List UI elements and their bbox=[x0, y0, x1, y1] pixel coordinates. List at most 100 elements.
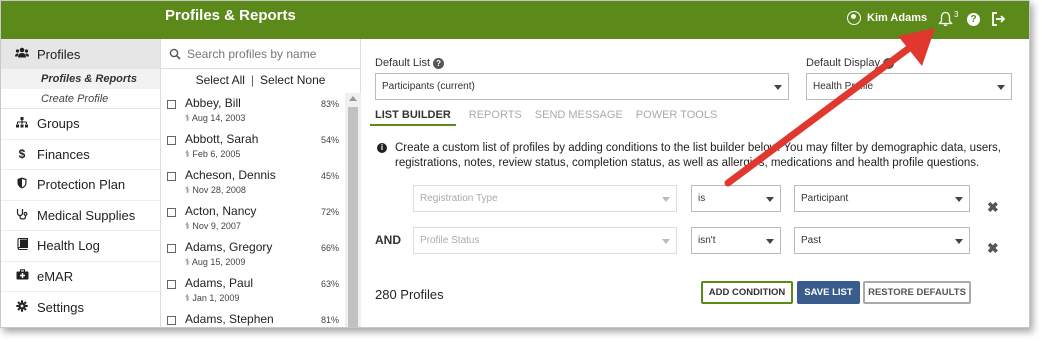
profile-rows: Abbey, Bill ⚕ Aug 14, 2003 83% Abbott, Sar… bbox=[161, 93, 345, 327]
scroll-thumb[interactable] bbox=[348, 107, 358, 327]
help-icon[interactable]: ? bbox=[882, 58, 894, 69]
condition-field-value: Profile Status bbox=[420, 235, 480, 246]
sidebar-item-medical-supplies[interactable]: Medical Supplies bbox=[1, 201, 160, 231]
profile-checkbox[interactable] bbox=[167, 280, 176, 289]
profile-row[interactable]: Acheson, Dennis ⚕ Nov 28, 2008 45% bbox=[161, 165, 345, 201]
info-message: i Create a custom list of profiles by ad… bbox=[377, 141, 1017, 171]
select-all-link[interactable]: Select All bbox=[196, 73, 245, 87]
sidebar-item-protection-plan[interactable]: Protection Plan bbox=[1, 170, 160, 201]
chevron-down-icon bbox=[662, 197, 670, 202]
profile-checkbox[interactable] bbox=[167, 208, 176, 217]
sidebar-item-label: Profiles bbox=[37, 46, 81, 62]
tab-reports[interactable]: REPORTS bbox=[469, 109, 522, 126]
profile-checkbox[interactable] bbox=[167, 244, 176, 253]
profile-birthdate: ⚕ Feb 6, 2005 bbox=[185, 149, 241, 159]
sidebar-subitem-profiles-reports[interactable]: Profiles & Reports bbox=[1, 69, 160, 89]
remove-condition-icon[interactable]: ✖ bbox=[987, 240, 999, 257]
users-icon bbox=[15, 47, 29, 61]
default-display-label: Default Display? bbox=[806, 57, 894, 69]
profile-row[interactable]: Abbey, Bill ⚕ Aug 14, 2003 83% bbox=[161, 93, 345, 129]
profile-birthdate: ⚕ Nov 28, 2008 bbox=[185, 185, 246, 195]
condition-operator-select[interactable]: is bbox=[691, 185, 781, 212]
profile-row[interactable]: Adams, Stephen 81% bbox=[161, 309, 345, 327]
profile-row[interactable]: Acton, Nancy ⚕ Nov 9, 2007 72% bbox=[161, 201, 345, 237]
condition-field-select[interactable]: Registration Type bbox=[413, 185, 677, 212]
tab-send-message[interactable]: SEND MESSAGE bbox=[535, 109, 623, 126]
condition-operator-select[interactable]: isn't bbox=[691, 227, 781, 254]
default-display-select[interactable]: Health Profile bbox=[806, 73, 1012, 100]
user-avatar-icon bbox=[847, 11, 861, 25]
gear-icon bbox=[15, 300, 29, 315]
profile-checkbox[interactable] bbox=[167, 172, 176, 181]
sidebar-item-emar[interactable]: eMAR bbox=[1, 262, 160, 292]
profile-checkbox[interactable] bbox=[167, 316, 176, 325]
condition-connector: AND bbox=[375, 233, 401, 247]
search-placeholder: Search profiles by name bbox=[187, 46, 317, 61]
info-icon: i bbox=[377, 143, 387, 153]
profile-name: Acheson, Dennis bbox=[185, 168, 276, 182]
sidebar-item-label: Groups bbox=[37, 116, 80, 132]
notification-count: 3 bbox=[954, 10, 959, 19]
sitemap-icon bbox=[15, 116, 29, 131]
sidebar-item-label: Protection Plan bbox=[37, 177, 126, 193]
condition-value-select[interactable]: Participant bbox=[794, 185, 970, 212]
profile-birthdate: ⚕ Aug 14, 2003 bbox=[185, 113, 246, 123]
bell-icon[interactable] bbox=[938, 11, 953, 27]
remove-condition-icon[interactable]: ✖ bbox=[987, 199, 999, 216]
sidebar-subitem-create-profile[interactable]: Create Profile bbox=[1, 89, 160, 109]
default-list-select[interactable]: Participants (current) bbox=[375, 73, 789, 100]
profile-row[interactable]: Abbott, Sarah ⚕ Feb 6, 2005 54% bbox=[161, 129, 345, 165]
tab-power-tools[interactable]: POWER TOOLS bbox=[636, 109, 718, 126]
sidebar-item-label: Finances bbox=[37, 146, 90, 162]
book-icon bbox=[15, 238, 29, 253]
profile-completion: 45% bbox=[320, 171, 339, 181]
search-icon bbox=[169, 48, 181, 60]
default-list-label: Default List? bbox=[375, 57, 445, 69]
condition-field-select[interactable]: Profile Status bbox=[413, 227, 677, 254]
add-condition-button[interactable]: ADD CONDITION bbox=[701, 281, 793, 304]
restore-defaults-button[interactable]: RESTORE DEFAULTS bbox=[863, 281, 971, 304]
search-input[interactable]: Search profiles by name bbox=[161, 39, 360, 69]
dollar-icon: $ bbox=[18, 147, 26, 162]
page-title: Profiles & Reports bbox=[165, 7, 296, 24]
condition-field-value: Registration Type bbox=[420, 193, 498, 204]
tab-list-builder[interactable]: LIST BUILDER bbox=[370, 109, 456, 126]
list-scrollbar[interactable] bbox=[345, 93, 361, 327]
profile-count: 280 Profiles bbox=[375, 287, 444, 302]
shield-icon bbox=[15, 177, 29, 192]
user-menu[interactable]: Kim Adams bbox=[847, 11, 927, 25]
tab-bar: LIST BUILDER REPORTS SEND MESSAGE POWER … bbox=[370, 109, 730, 126]
profile-birthdate: ⚕ Aug 15, 2009 bbox=[185, 257, 246, 267]
scroll-up-icon[interactable] bbox=[349, 96, 357, 101]
profile-checkbox[interactable] bbox=[167, 136, 176, 145]
profile-name: Adams, Gregory bbox=[185, 240, 273, 254]
chevron-down-icon bbox=[662, 239, 670, 244]
default-display-value: Health Profile bbox=[813, 81, 874, 92]
chevron-down-icon bbox=[766, 197, 774, 202]
sidebar-item-label: Settings bbox=[37, 299, 84, 315]
sidebar-item-settings[interactable]: Settings bbox=[1, 292, 160, 323]
profile-birthdate: ⚕ Jan 1, 2009 bbox=[185, 293, 240, 303]
sidebar-item-profiles[interactable]: Profiles bbox=[1, 39, 160, 69]
sidebar-item-groups[interactable]: Groups bbox=[1, 109, 160, 140]
sidebar-item-health-log[interactable]: Health Log bbox=[1, 231, 160, 262]
sidebar-item-finances[interactable]: $ Finances bbox=[1, 140, 160, 170]
profile-name: Adams, Paul bbox=[185, 276, 254, 290]
app-window: Profiles & Reports Kim Adams 3 ? Profile… bbox=[0, 0, 1030, 328]
info-text: Create a custom list of profiles by addi… bbox=[395, 142, 1001, 169]
profile-row[interactable]: Adams, Gregory ⚕ Aug 15, 2009 66% bbox=[161, 237, 345, 273]
select-none-link[interactable]: Select None bbox=[260, 73, 325, 87]
help-icon[interactable]: ? bbox=[433, 58, 445, 69]
logout-icon[interactable] bbox=[991, 12, 1006, 26]
help-icon[interactable]: ? bbox=[967, 13, 980, 26]
save-list-button[interactable]: SAVE LIST bbox=[797, 281, 860, 304]
profile-name: Acton, Nancy bbox=[185, 204, 257, 218]
condition-value-select[interactable]: Past bbox=[794, 227, 970, 254]
chevron-down-icon bbox=[774, 85, 782, 90]
profile-completion: 63% bbox=[320, 279, 339, 289]
medkit-icon bbox=[15, 269, 29, 283]
sidebar-item-label: Health Log bbox=[37, 238, 100, 254]
profile-row[interactable]: Adams, Paul ⚕ Jan 1, 2009 63% bbox=[161, 273, 345, 309]
profile-list-panel: Search profiles by name Select All | Selec… bbox=[161, 39, 361, 327]
profile-checkbox[interactable] bbox=[167, 100, 176, 109]
